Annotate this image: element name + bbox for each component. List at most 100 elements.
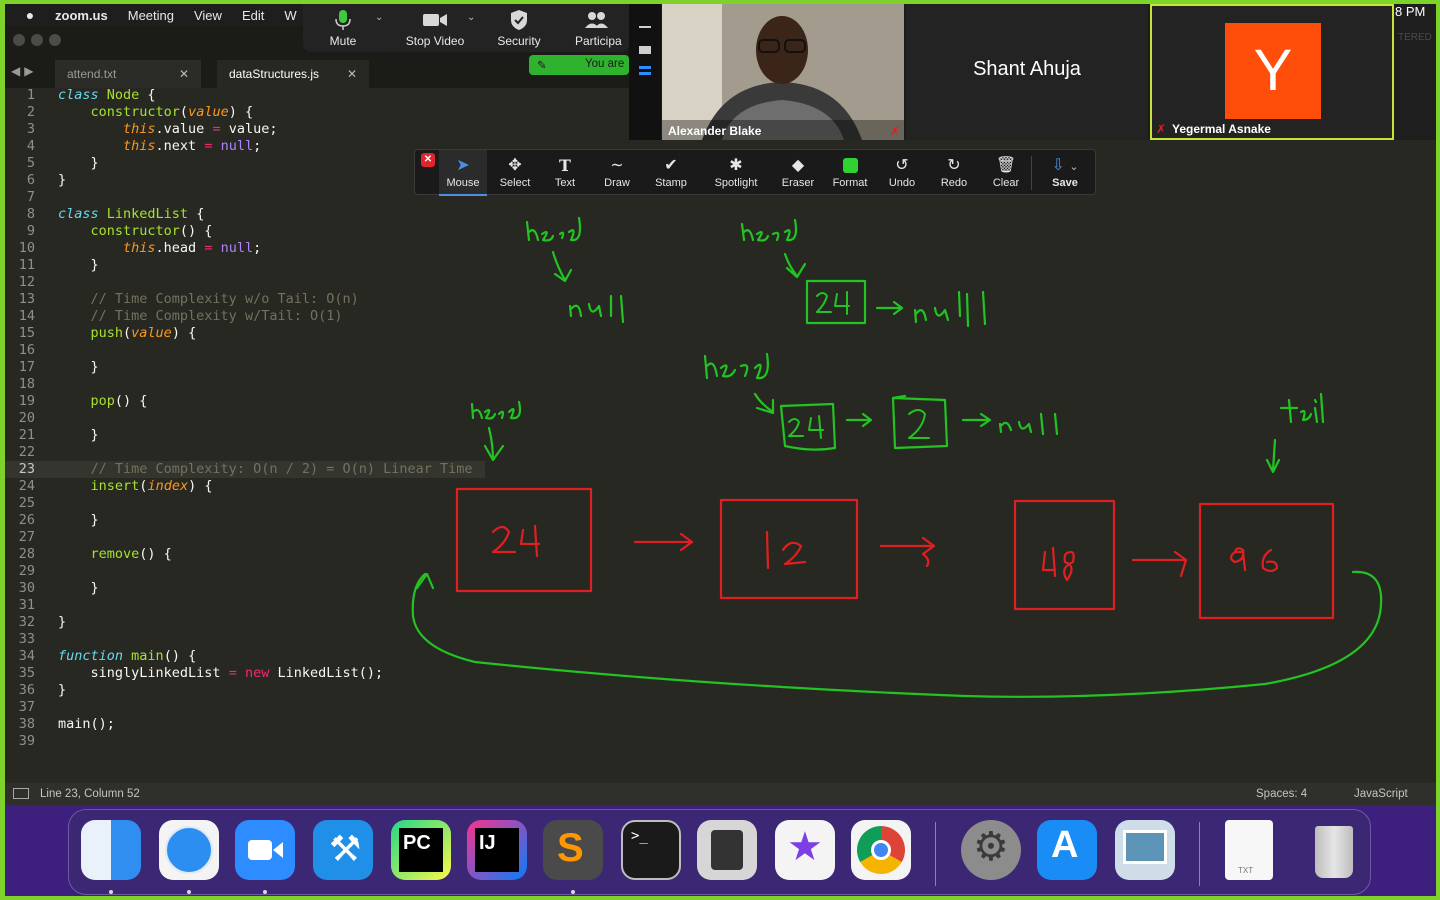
handwritten-null [913,290,987,328]
sublime-text-icon[interactable]: S [543,820,603,880]
video-tile-alexander[interactable]: Alexander Blake ✗ [662,4,904,140]
text-icon: T [559,156,571,175]
tab-attend[interactable]: attend.txt ✕ [55,60,201,88]
code-line: 19 pop() { [18,393,148,409]
menu-window[interactable]: W [274,8,306,23]
preview-icon[interactable] [1115,820,1175,880]
code-line: 14 // Time Complexity w/Tail: O(1) [18,308,343,324]
checkmark-icon: ✔ [664,157,678,174]
arrow-right [633,532,694,552]
code-line-current: 23 // Time Complexity: O(n / 2) = O(n) L… [5,461,485,478]
window-minimize-button[interactable] [31,34,43,46]
menubar-clock: 8 PM [1395,4,1426,19]
zoom-app-icon[interactable] [235,820,295,880]
tab-nav-arrows-icon[interactable]: ◀▶ [11,64,37,78]
window-zoom-button[interactable] [49,34,61,46]
intellij-icon[interactable]: IJ [467,820,527,880]
single-view-icon[interactable] [639,46,651,54]
code-line: 31 [18,597,35,613]
code-line: 10 this.head = null; [18,240,262,256]
imovie-icon[interactable]: ★ [775,820,835,880]
code-line: 18 [18,376,35,392]
arrow-down [783,252,807,279]
mute-button[interactable]: ⌄ Mute [303,4,383,52]
squiggle-icon: ∼ [610,157,624,174]
code-line: 12 [18,274,35,290]
menu-meeting[interactable]: Meeting [118,8,184,23]
gallery-view-icon[interactable] [639,66,651,69]
cursor-position[interactable]: Line 23, Column 52 [40,788,140,800]
code-line: 11 } [18,257,99,273]
terminal-icon[interactable]: >_ [621,820,681,880]
redo-icon: ↻ [947,157,961,174]
wand-icon: ✱ [729,157,743,174]
panel-toggle-icon[interactable] [13,788,29,799]
node-value-48 [1041,546,1075,582]
close-icon[interactable]: ✕ [179,67,189,81]
close-icon[interactable]: ✕ [347,67,357,81]
menu-app[interactable]: zoom.us [45,8,118,23]
code-line: 34 function main() { [18,648,197,664]
chrome-icon[interactable] [851,820,911,880]
tool-draw[interactable]: ∼ Draw [593,150,641,196]
screen-share-status[interactable]: ✎ You are [529,55,629,75]
chevron-down-icon[interactable]: ⌄ [467,12,475,23]
tool-stamp[interactable]: ✔ Stamp [647,150,695,196]
trash-icon[interactable] [1303,820,1363,880]
tool-select[interactable]: ✥ Select [491,150,539,196]
participant-name: Shant Ahuja [973,58,1081,80]
stop-video-button[interactable]: ⌄ Stop Video [395,4,476,52]
tool-mouse[interactable]: ➤ Mouse [439,150,487,196]
tool-text[interactable]: T Text [543,150,587,196]
participants-button[interactable]: Participa [561,4,631,52]
code-line: 5 } [26,155,99,171]
txt-file-icon[interactable]: TXT [1225,820,1273,880]
apple-menu-icon[interactable]: ● [15,7,45,23]
handwritten-null [568,294,625,324]
safari-icon[interactable] [159,820,219,880]
minimize-icon[interactable] [639,26,651,28]
calculator-icon[interactable] [697,820,757,880]
window-close-button[interactable] [13,34,25,46]
menu-view[interactable]: View [184,8,232,23]
indentation-setting[interactable]: Spaces: 4 [1256,788,1307,800]
tool-format[interactable]: Format [825,150,875,196]
tool-clear[interactable]: 🗑 Clear [981,150,1031,196]
chevron-down-icon[interactable]: ⌄ [375,12,383,23]
pycharm-icon[interactable]: PC [391,820,451,880]
tab-datastructures[interactable]: dataStructures.js ✕ [217,60,369,88]
tab-label: dataStructures.js [229,67,320,81]
xcode-icon[interactable]: ⚒ [313,820,373,880]
tool-undo[interactable]: ↺ Undo [879,150,925,196]
video-tile-shant[interactable]: Shant Ahuja [906,4,1148,140]
corner-text: TERED [1398,32,1432,43]
finder-icon[interactable] [81,820,141,880]
app-store-icon[interactable]: A [1037,820,1097,880]
code-line: 8 class LinkedList { [26,206,205,222]
close-annotation-button[interactable]: ✕ [421,153,435,167]
save-icon: ⇩ ⌄ [1051,157,1079,174]
box [779,402,837,451]
tool-redo[interactable]: ↻ Redo [931,150,977,196]
menu-edit[interactable]: Edit [232,8,274,23]
muted-mic-icon: ✗ [889,124,900,138]
code-editor[interactable]: 1 class Node { 2 constructor(value) { 3 t… [5,87,485,750]
arrow-right [875,300,904,316]
tool-eraser[interactable]: ◆ Eraser [773,150,823,196]
view-switcher[interactable] [629,4,661,140]
box-value-24 [788,415,824,439]
node-value-96 [1229,547,1279,573]
code-line: 6} [26,172,67,188]
code-line: 33 [18,631,35,647]
syntax-language[interactable]: JavaScript [1354,788,1408,800]
corner-area: 8 PM TERED [1394,4,1436,140]
tab-label: attend.txt [67,67,117,81]
microphone-icon [335,10,351,30]
tool-save[interactable]: ⇩ ⌄ Save [1039,150,1091,196]
code-line: 21 } [18,427,99,443]
code-line: 24 insert(index) { [18,478,213,494]
security-button[interactable]: Security [479,4,559,52]
video-tile-yegermal[interactable]: Y ✗ Yegermal Asnake [1150,4,1394,140]
system-preferences-icon[interactable]: ⚙ [961,820,1021,880]
tool-spotlight[interactable]: ✱ Spotlight [703,150,769,196]
